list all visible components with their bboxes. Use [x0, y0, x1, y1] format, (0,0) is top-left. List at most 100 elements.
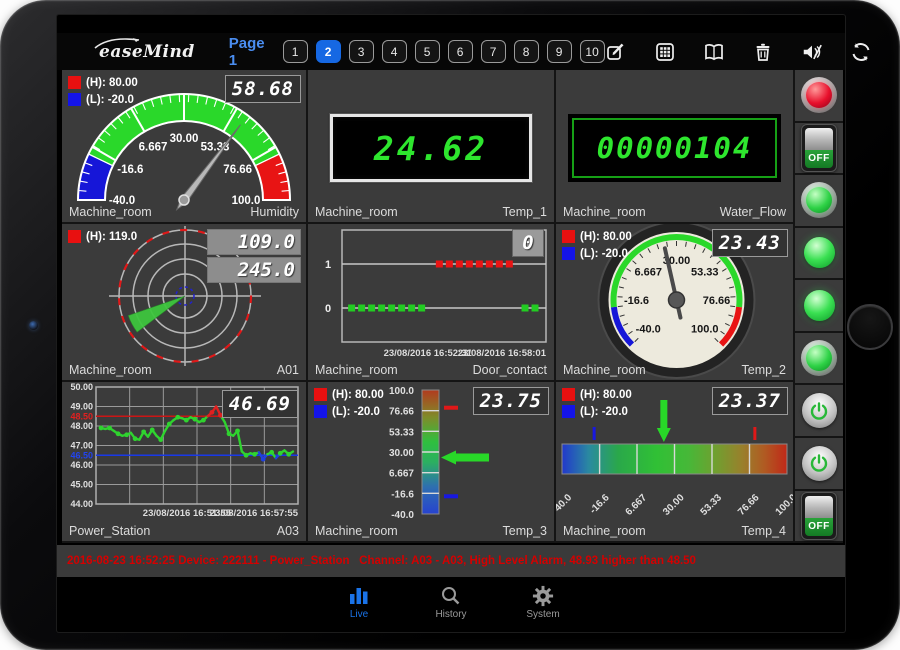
widget-location: Machine_room: [563, 205, 646, 219]
svg-text:6.667: 6.667: [389, 469, 414, 480]
edit-icon[interactable]: [605, 41, 627, 63]
logo-swoosh-icon: [91, 35, 161, 53]
power-button[interactable]: [802, 446, 837, 481]
page-button-9[interactable]: 9: [547, 40, 572, 63]
legend: (H): 80.00 (L): -20.0: [68, 76, 138, 110]
page-button-10[interactable]: 10: [580, 40, 605, 63]
svg-text:6.667: 6.667: [139, 141, 168, 153]
legend-high-label: (H): 80.00: [86, 77, 138, 89]
alarm-bar[interactable]: 2016-08-23 16:52:25 Device: 222111 - Pow…: [57, 543, 845, 577]
rail-cell: [795, 385, 843, 436]
widget-channel: Temp_4: [742, 524, 786, 538]
svg-text:76.66: 76.66: [223, 164, 252, 176]
svg-text:-40.0: -40.0: [556, 492, 574, 516]
tab-history[interactable]: History: [421, 585, 481, 620]
switch-label: OFF: [805, 150, 833, 168]
widget-location: Power_Station: [69, 524, 150, 538]
power-icon: [807, 399, 831, 423]
widget-temp4-bar[interactable]: -40.0-16.66.66730.0053.3376.66100.0 (H):…: [556, 382, 793, 541]
mute-icon[interactable]: [801, 41, 823, 63]
rail-cell: OFF: [795, 123, 843, 174]
legend: (H): 119.0: [68, 230, 137, 247]
widget-channel: Temp_1: [503, 205, 547, 219]
tab-label: Live: [350, 609, 368, 620]
tab-bar: Live History System: [57, 577, 845, 627]
svg-text:6.667: 6.667: [634, 267, 662, 279]
svg-text:76.66: 76.66: [736, 492, 762, 518]
trash-icon[interactable]: [752, 41, 774, 63]
power-button[interactable]: [802, 393, 837, 428]
svg-text:1: 1: [325, 259, 331, 271]
widget-temp3-bar[interactable]: 100.076.6653.3330.006.667-16.6-40.0 (H):…: [308, 382, 554, 541]
rail-cell: [795, 228, 843, 279]
svg-text:76.66: 76.66: [389, 407, 414, 418]
rocker-switch-off[interactable]: OFF: [801, 492, 837, 540]
widget-location: Machine_room: [563, 363, 646, 377]
green-led-indicator: [804, 237, 835, 268]
bars-icon: [346, 585, 372, 607]
value-display: 58.68: [225, 75, 301, 103]
widget-location: Machine_room: [315, 524, 398, 538]
widget-a03-trend[interactable]: 50.0049.0048.5048.0047.0046.5046.0045.00…: [62, 382, 306, 541]
rail-cell: [795, 70, 843, 121]
rail-cell: OFF: [795, 491, 843, 542]
widget-waterflow-counter[interactable]: 00000104 Machine_roomWater_Flow: [556, 70, 793, 222]
page-button-5[interactable]: 5: [415, 40, 440, 63]
toolbar: easeMind Page 1 12345678910: [57, 33, 845, 70]
rail-cell: [795, 333, 843, 384]
page-button-3[interactable]: 3: [349, 40, 374, 63]
value-display: 0: [512, 229, 544, 257]
widget-temp2-gauge[interactable]: -40.0-16.66.66730.0053.3376.66100.0 (H):…: [556, 224, 793, 380]
page: easeMind Page 1 12345678910: [0, 0, 900, 650]
refresh-icon[interactable]: [850, 41, 872, 63]
rocker-switch-off[interactable]: OFF: [801, 124, 837, 172]
page-button-7[interactable]: 7: [481, 40, 506, 63]
svg-text:-16.6: -16.6: [391, 489, 414, 500]
svg-text:100.0: 100.0: [691, 323, 719, 335]
svg-text:53.33: 53.33: [691, 267, 719, 279]
svg-text:53.33: 53.33: [699, 492, 725, 518]
home-button[interactable]: [847, 304, 893, 350]
widget-humidity-gauge[interactable]: -40.0-16.66.66730.0053.3376.66100.0 (H):…: [62, 70, 306, 222]
page-button-6[interactable]: 6: [448, 40, 473, 63]
value-display: 23.37: [712, 387, 788, 415]
page-selector: 123456789 10: [283, 40, 605, 63]
widget-location: Machine_room: [315, 205, 398, 219]
legend-high-label: (H): 119.0: [86, 231, 137, 243]
tab-live[interactable]: Live: [329, 585, 389, 620]
red-indicator-lamp: [801, 77, 837, 113]
control-rail: OFF OFF: [795, 70, 843, 541]
page-button-4[interactable]: 4: [382, 40, 407, 63]
toolbar-icons: [605, 41, 872, 63]
svg-text:76.66: 76.66: [703, 295, 731, 307]
green-indicator-lamp: [801, 182, 837, 218]
green-led-indicator: [804, 290, 835, 321]
widget-temp1-display[interactable]: 24.62 Machine_roomTemp_1: [308, 70, 554, 222]
legend: (H): 80.00 (L): -20.0: [562, 230, 632, 264]
switch-label: OFF: [805, 518, 833, 536]
rail-cell: [795, 280, 843, 331]
book-icon[interactable]: [703, 41, 725, 63]
widget-a01-radar[interactable]: (H): 119.0 109.0 245.0 Machine_roomA01: [62, 224, 306, 380]
page-button-8[interactable]: 8: [514, 40, 539, 63]
svg-text:48.50: 48.50: [70, 411, 93, 421]
legend: (H): 80.00 (L): -20.0: [562, 388, 632, 422]
tab-system[interactable]: System: [513, 585, 573, 620]
legend-high-swatch: [68, 230, 81, 243]
widget-door-contact[interactable]: 1023/08/2016 16:52:3123/08/2016 16:58:01…: [308, 224, 554, 380]
svg-text:53.33: 53.33: [389, 427, 414, 438]
page-button-2[interactable]: 2: [316, 40, 341, 63]
svg-text:45.00: 45.00: [70, 480, 93, 490]
legend-high-swatch: [562, 230, 575, 243]
svg-text:-40.0: -40.0: [636, 323, 661, 335]
rail-cell: [795, 175, 843, 226]
svg-text:-16.6: -16.6: [624, 295, 649, 307]
page-button-1[interactable]: 1: [283, 40, 308, 63]
svg-text:30.00: 30.00: [389, 448, 414, 459]
legend-low-label: (L): -20.0: [580, 406, 628, 418]
counter-display: 00000104: [572, 118, 777, 178]
gear-icon: [531, 585, 555, 607]
svg-text:-40.0: -40.0: [391, 510, 414, 521]
keypad-icon[interactable]: [654, 41, 676, 63]
legend-low-label: (L): -20.0: [580, 248, 628, 260]
